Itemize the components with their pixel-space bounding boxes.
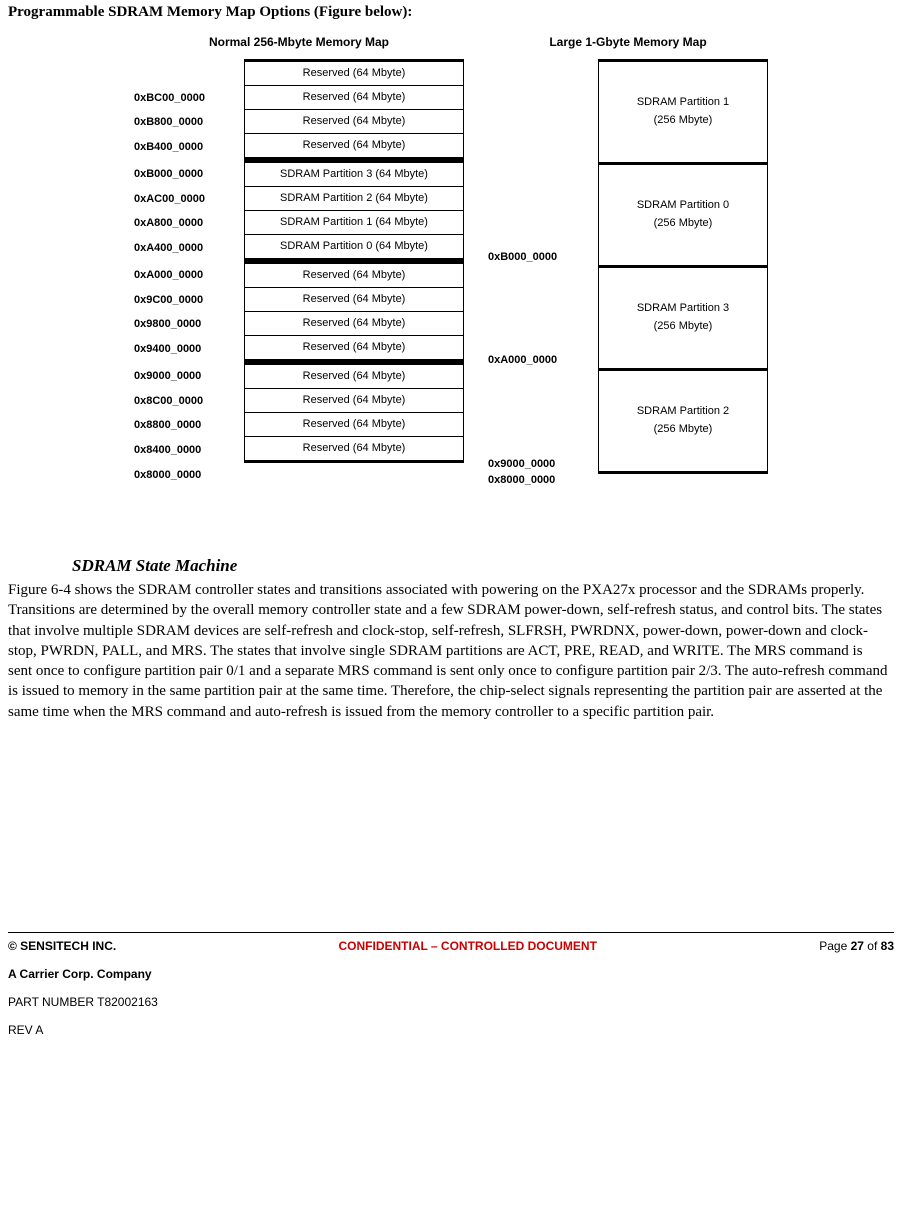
memory-map-cell: Reserved (64 Mbyte) [244, 362, 464, 389]
memory-map-cell: Reserved (64 Mbyte) [244, 437, 464, 463]
map-1gb-title: Large 1-Gbyte Memory Map [488, 35, 768, 49]
page-title: Programmable SDRAM Memory Map Options (F… [8, 4, 894, 21]
memory-address-label [134, 61, 244, 85]
memory-address-label: 0xB000_0000 [488, 163, 598, 265]
memory-address-label: 0xBC00_0000 [134, 86, 244, 110]
map-1gb-column: Large 1-Gbyte Memory Map SDRAM Partition… [488, 35, 768, 496]
memory-map-cell: Reserved (64 Mbyte) [244, 261, 464, 288]
memory-address-label: 0xA800_0000 [134, 211, 244, 235]
memory-address-label [488, 60, 598, 162]
memory-map-cell: Reserved (64 Mbyte) [244, 336, 464, 362]
footer-copyright: © SENSITECH INC. [8, 939, 116, 953]
memory-address-label: 0x9C00_0000 [134, 288, 244, 312]
memory-map-cell: Reserved (64 Mbyte) [244, 134, 464, 160]
memory-map-figure: Normal 256-Mbyte Memory Map Reserved (64… [8, 35, 894, 496]
memory-map-cell: Reserved (64 Mbyte) [244, 413, 464, 437]
memory-address-label: 0x9800_0000 [134, 312, 244, 336]
memory-map-cell: SDRAM Partition 3 (64 Mbyte) [244, 160, 464, 187]
memory-map-cell: SDRAM Partition 3(256 Mbyte) [598, 265, 768, 368]
memory-address-label: 0x8C00_0000 [134, 389, 244, 413]
memory-address-label: 0xA000_0000 [488, 266, 598, 368]
memory-address-label: 0xA000_0000 [134, 263, 244, 287]
memory-map-cell: Reserved (64 Mbyte) [244, 110, 464, 134]
memory-address-label: 0x9000_0000 [134, 364, 244, 388]
memory-map-cell: SDRAM Partition 2(256 Mbyte) [598, 368, 768, 474]
memory-map-cell: SDRAM Partition 1 (64 Mbyte) [244, 211, 464, 235]
memory-map-cell: SDRAM Partition 2 (64 Mbyte) [244, 187, 464, 211]
memory-map-cell: Reserved (64 Mbyte) [244, 389, 464, 413]
footer-confidential: CONFIDENTIAL – CONTROLLED DOCUMENT [338, 939, 596, 953]
memory-address-label: 0x8400_0000 [134, 438, 244, 462]
memory-map-cell: SDRAM Partition 1(256 Mbyte) [598, 59, 768, 162]
page-footer: © SENSITECH INC. CONFIDENTIAL – CONTROLL… [8, 932, 894, 1037]
memory-map-cell: SDRAM Partition 0(256 Mbyte) [598, 162, 768, 265]
footer-page-number: Page 27 of 83 [819, 939, 894, 953]
memory-address-label: 0x8000_0000 [134, 463, 244, 487]
memory-address-label: 0xAC00_0000 [134, 187, 244, 211]
body-paragraph: Figure 6-4 shows the SDRAM controller st… [8, 580, 890, 722]
memory-address-label: 0x8800_0000 [134, 413, 244, 437]
memory-map-cell: Reserved (64 Mbyte) [244, 288, 464, 312]
footer-partnumber: PART NUMBER T82002163 [8, 995, 894, 1009]
memory-address-label: 0xA400_0000 [134, 236, 244, 260]
memory-map-cell: Reserved (64 Mbyte) [244, 59, 464, 86]
memory-address-label: 0x9000_0000 [488, 370, 598, 472]
footer-company: A Carrier Corp. Company [8, 967, 894, 981]
map-256mb-title: Normal 256-Mbyte Memory Map [134, 35, 464, 49]
memory-address-label: 0xB800_0000 [134, 110, 244, 134]
memory-address-label: 0xB400_0000 [134, 135, 244, 159]
memory-map-cell: SDRAM Partition 0 (64 Mbyte) [244, 235, 464, 261]
memory-map-cell: Reserved (64 Mbyte) [244, 86, 464, 110]
map-256mb-column: Normal 256-Mbyte Memory Map Reserved (64… [134, 35, 464, 496]
memory-map-cell: Reserved (64 Mbyte) [244, 312, 464, 336]
memory-address-label: 0x8000_0000 [488, 474, 598, 496]
memory-address-label: 0x9400_0000 [134, 337, 244, 361]
footer-revision: REV A [8, 1023, 894, 1037]
section-heading-sdram-state-machine: SDRAM State Machine [72, 556, 894, 576]
memory-address-label: 0xB000_0000 [134, 162, 244, 186]
